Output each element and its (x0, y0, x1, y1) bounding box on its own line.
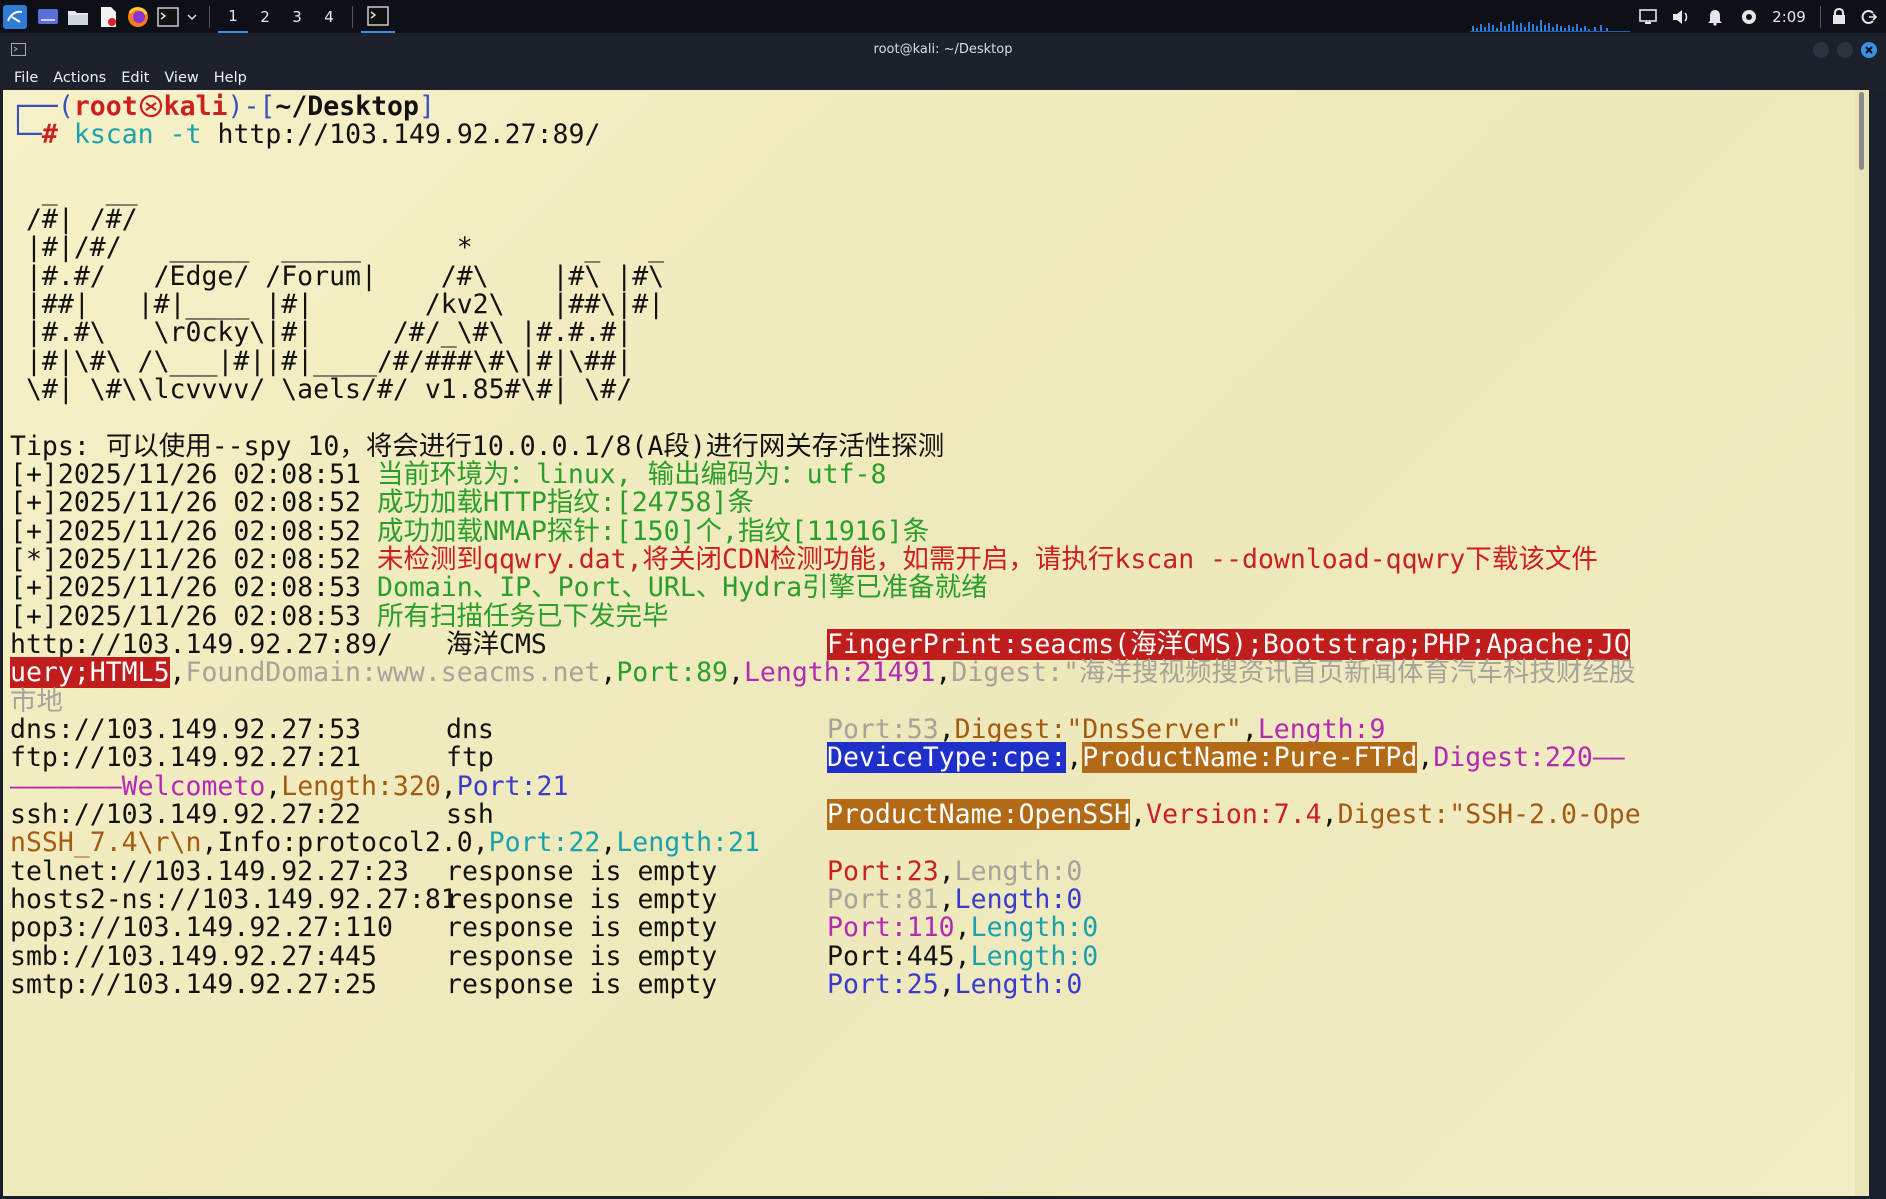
menu-help[interactable]: Help (207, 70, 255, 86)
workspace-1[interactable]: 1 (218, 0, 248, 33)
command-target: http://103.149.92.27:89/ (217, 119, 601, 150)
panel-separator (209, 5, 210, 28)
separator: , (600, 827, 617, 858)
workspace-3[interactable]: 3 (282, 0, 312, 33)
separator: , (935, 657, 952, 688)
folder-icon[interactable] (63, 0, 93, 33)
port-value: Port:110 (827, 912, 955, 943)
result-detail-line: uery;HTML5,FoundDomain:www.seacms.net,Po… (10, 656, 1636, 690)
menu-actions[interactable]: Actions (46, 70, 114, 86)
separator: , (1130, 799, 1147, 830)
prompt-hash-prefix: └─ (10, 119, 42, 150)
result-status: response is empty (446, 969, 718, 1000)
firefox-icon[interactable] (123, 0, 153, 33)
notification-icon[interactable] (1700, 0, 1730, 33)
result-detail-line: ProductName:OpenSSH,Version:7.4,Digest:"… (827, 798, 1641, 832)
workspace-2-label: 2 (260, 7, 270, 26)
terminal-scrollbar[interactable] (1855, 90, 1869, 1196)
digest-continuation: nSSH_7.4\r\n (10, 827, 202, 858)
separator: , (1321, 799, 1338, 830)
fingerprint-highlight: uery;HTML5 (10, 657, 170, 688)
log-time: 2025/11/26 02:08:53 (57, 572, 362, 603)
panel-separator (1820, 0, 1821, 33)
port-value: Port:89 (616, 657, 728, 688)
banner-line: \#| \#\\lcvvvv/ \aels/#/ v1.85#\#| \#/ (10, 374, 633, 405)
network-monitor-graph (1470, 20, 1630, 32)
clock[interactable]: 2:09 (1767, 0, 1811, 33)
port-value: Port:25 (827, 969, 939, 1000)
result-detail-line: DeviceType:cpe:,ProductName:Pure-FTPd,Di… (827, 741, 1625, 775)
result-url: smtp://103.149.92.27:25 (10, 969, 377, 1000)
workspace-4-label: 4 (324, 7, 334, 26)
log-message: Domain、IP、Port、URL、Hydra引擎已准备就绪 (376, 572, 988, 603)
workspace-1-label: 1 (228, 6, 238, 25)
port-value: Port:22 (488, 827, 601, 858)
length-value: Length:0 (970, 912, 1099, 943)
workspace-2[interactable]: 2 (250, 0, 280, 33)
length-value: Length:21 (616, 827, 760, 858)
desktop-icon[interactable] (33, 0, 63, 33)
window-titlebar[interactable]: root@kali: ~/Desktop (0, 33, 1886, 66)
terminal-icon[interactable] (153, 0, 183, 33)
kali-menu-icon[interactable] (1, 0, 29, 33)
separator: , (201, 827, 218, 858)
skull-icon (139, 94, 162, 118)
dropdown-icon[interactable] (183, 0, 201, 33)
separator: , (1066, 742, 1083, 773)
menu-file[interactable]: File (0, 70, 46, 86)
scrollbar-thumb[interactable] (1859, 92, 1864, 170)
terminal-window-icon[interactable] (361, 0, 395, 33)
close-icon (1865, 46, 1873, 54)
info-value: Info:protocol2.0 (217, 827, 473, 858)
separator: , (600, 657, 617, 688)
log-prefix: [+] (10, 487, 58, 518)
logout-icon[interactable] (1857, 0, 1881, 33)
menu-edit[interactable]: Edit (114, 70, 157, 86)
command-flag: -t (169, 119, 202, 150)
menu-view[interactable]: View (157, 70, 206, 86)
device-type-highlight: DeviceType:cpe: (827, 742, 1067, 773)
log-prefix: [+] (10, 572, 58, 603)
text-editor-icon[interactable] (93, 0, 123, 33)
workspace-3-label: 3 (292, 7, 302, 26)
maximize-button[interactable] (1837, 42, 1853, 58)
version-value: Version:7.4 (1146, 799, 1322, 830)
minimize-button[interactable] (1813, 42, 1829, 58)
panel-separator (352, 5, 353, 28)
separator: , (1417, 742, 1434, 773)
length-value: Length:21491 (743, 657, 936, 688)
menu-bar: File Actions Edit View Help (0, 66, 1886, 90)
log-time: 2025/11/26 02:08:52 (57, 487, 362, 518)
workspace-4[interactable]: 4 (314, 0, 344, 33)
command-line: └─# kscan -t http://103.149.92.27:89/ (10, 118, 600, 152)
power-manager-icon[interactable] (1734, 0, 1764, 33)
separator: , (169, 657, 186, 688)
separator: , (938, 969, 955, 1000)
terminal-output[interactable]: ┌──(root kali)-[~/Desktop] └─# kscan -t h… (3, 90, 1869, 1196)
digest-value: Digest:"SSH-2.0-Ope (1337, 799, 1641, 830)
product-name-highlight: ProductName:Pure-FTPd (1082, 742, 1418, 773)
display-icon[interactable] (1633, 0, 1663, 33)
top-panel: 1 2 3 4 2:09 (0, 0, 1886, 33)
lock-icon[interactable] (1827, 0, 1851, 33)
digest-value: Digest:"海洋搜视频搜资讯首页新闻体育汽车科技财经股 (951, 657, 1636, 688)
close-button[interactable] (1861, 42, 1877, 58)
length-value: Length:0 (954, 969, 1083, 1000)
command-name: kscan (73, 119, 154, 150)
window-title: root@kali: ~/Desktop (873, 42, 1013, 57)
result-detail-line: Port:25,Length:0 (827, 968, 1082, 1002)
clock-text: 2:09 (1772, 7, 1806, 26)
product-name-highlight: ProductName:OpenSSH (827, 799, 1131, 830)
separator: , (728, 657, 744, 688)
found-domain: FoundDomain:www.seacms.net (185, 657, 601, 688)
log-message: 成功加载HTTP指纹:[24758]条 (376, 487, 754, 518)
separator: , (472, 827, 489, 858)
digest-value: Digest:220—— (1433, 742, 1625, 773)
volume-icon[interactable] (1666, 0, 1696, 33)
prompt-hash: # (41, 119, 58, 150)
separator: , (954, 912, 971, 943)
